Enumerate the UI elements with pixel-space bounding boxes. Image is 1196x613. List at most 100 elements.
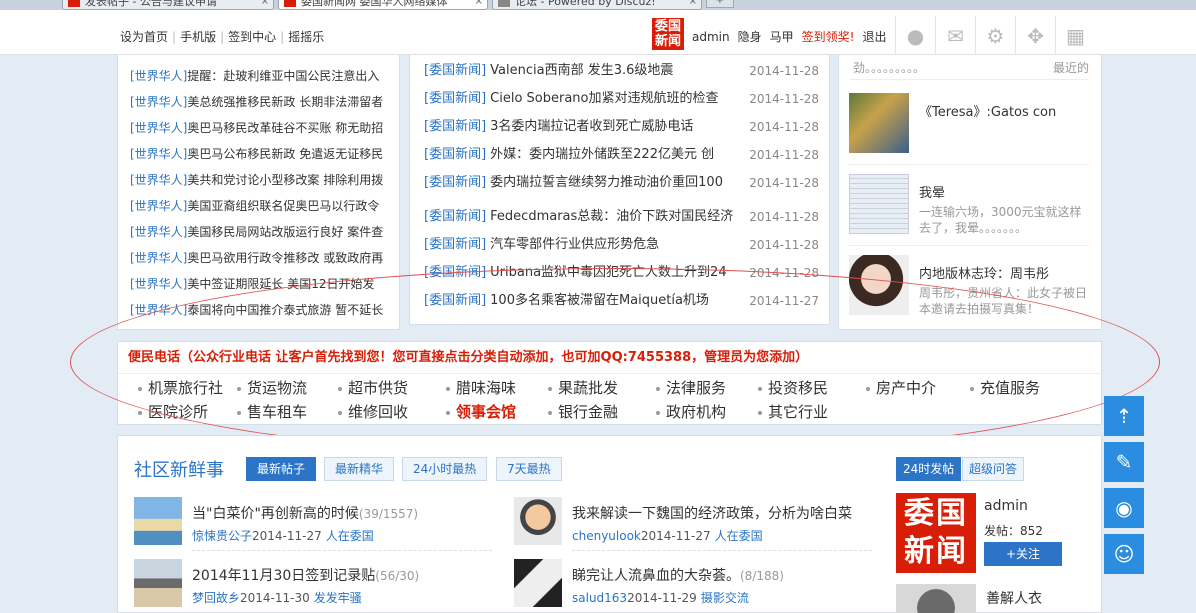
tab-super-qa[interactable]: 超级问答 bbox=[962, 457, 1025, 481]
service-category-highlight[interactable]: 领事会馆 bbox=[446, 401, 516, 422]
post-item[interactable]: 睇完让人流鼻血的大杂荟。(8/188) salud1632014-11-29 摄影… bbox=[514, 559, 874, 613]
snippet-text[interactable]: 劲。。。。。。。。。 最近的 bbox=[853, 59, 1089, 76]
service-header[interactable]: 便民电话（公众行业电话 让客户首先找到您！您可直接点击分类自动添加，也可加QQ:… bbox=[118, 342, 1101, 374]
post-item[interactable]: 2014年11月30日签到记录贴(56/30) 梦回故乡2014-11-30 发发… bbox=[134, 559, 494, 613]
post-thumbnail[interactable] bbox=[514, 559, 562, 607]
browser-tab[interactable]: 发表帖子 - 公告与建议申请 × bbox=[62, 0, 274, 10]
service-category[interactable]: 银行金融 bbox=[548, 401, 618, 422]
service-category[interactable]: 腊味海味 bbox=[446, 377, 516, 398]
post-title[interactable]: 2014年11月30日签到记录贴 bbox=[192, 568, 375, 584]
post-thumbnail[interactable] bbox=[134, 559, 182, 607]
list-item[interactable]: [委国新闻] Cielo Soberano加紧对违规航班的检查 2014-11-28 bbox=[424, 85, 829, 113]
set-homepage-link[interactable]: 设为首页 bbox=[120, 30, 168, 44]
signin-center-link[interactable]: 签到中心 bbox=[228, 30, 276, 44]
qq-icon[interactable]: ◉ bbox=[1104, 488, 1144, 528]
user-avatar-logo[interactable]: 委国新闻 bbox=[896, 493, 976, 573]
service-category[interactable]: 货运物流 bbox=[237, 377, 307, 398]
list-item[interactable]: [世界华人]美国亚裔组织联名促奥巴马以行政令 bbox=[130, 193, 399, 219]
service-category[interactable]: 政府机构 bbox=[656, 401, 726, 422]
browser-tab-active[interactable]: 委国新闻网 委国华人网络媒体 × bbox=[278, 0, 488, 10]
avatar-icon[interactable]: ● bbox=[895, 16, 935, 56]
close-icon[interactable]: × bbox=[689, 0, 697, 9]
move-icon[interactable]: ✥ bbox=[1015, 16, 1055, 56]
list-item[interactable]: [委国新闻] Fedecdmaras总裁：油价下跌对国民经济 2014-11-28 bbox=[424, 203, 829, 231]
service-category[interactable]: 维修回收 bbox=[338, 401, 408, 422]
post-title[interactable]: 善解人衣 bbox=[986, 588, 1042, 608]
list-item[interactable]: [委国新闻] 外媒：委内瑞拉外储跌至222亿美元 创 2014-11-28 bbox=[424, 141, 829, 169]
mail-icon[interactable]: ✉ bbox=[935, 16, 975, 56]
list-item[interactable]: [委国新闻] 100多名乘客被滞留在Maiquetía机场 2014-11-27 bbox=[424, 287, 829, 315]
featured-item[interactable]: 《Teresa》:Gatos con bbox=[849, 93, 1089, 153]
close-icon[interactable]: × bbox=[475, 0, 483, 9]
post-thumbnail[interactable] bbox=[134, 497, 182, 545]
post-forum[interactable]: 人在委国 bbox=[326, 529, 374, 543]
user-post-item[interactable]: 善解人衣 bbox=[896, 584, 1076, 613]
list-item[interactable]: [世界华人]美总统强推移民新政 长期非法滞留者 bbox=[130, 89, 399, 115]
tab-24h-hot[interactable]: 24小时最热 bbox=[402, 457, 488, 481]
list-item[interactable]: [世界华人]美中签证期限延长 美国12日开始发 bbox=[130, 271, 399, 297]
tab-24h-posts[interactable]: 24时发帖 bbox=[896, 457, 962, 481]
post-forum[interactable]: 人在委国 bbox=[715, 529, 763, 543]
post-author[interactable]: 梦回故乡 bbox=[192, 591, 240, 605]
user-name[interactable]: admin bbox=[984, 498, 1028, 514]
list-item[interactable]: [世界华人]美共和党讨论小型移改案 排除利用拨 bbox=[130, 167, 399, 193]
list-item[interactable]: [世界华人]美国移民局网站改版运行良好 案件查 bbox=[130, 219, 399, 245]
post-author[interactable]: salud163 bbox=[572, 591, 627, 605]
post-author[interactable]: chenyulook bbox=[572, 529, 641, 543]
service-category[interactable]: 超市供货 bbox=[338, 377, 408, 398]
logout-link[interactable]: 退出 bbox=[862, 30, 886, 44]
service-category[interactable]: 机票旅行社 bbox=[138, 377, 223, 398]
new-tab-button[interactable]: + bbox=[706, 0, 734, 8]
list-item[interactable]: [委国新闻] Valencia西南部 发生3.6级地震 2014-11-28 bbox=[424, 57, 829, 85]
user-icon[interactable]: ☺ bbox=[1104, 534, 1144, 574]
grid-icon[interactable]: ▦ bbox=[1055, 16, 1095, 56]
list-item[interactable]: [委国新闻] 汽车零部件行业供应形势危急 2014-11-28 bbox=[424, 231, 829, 259]
post-forum[interactable]: 发发牢骚 bbox=[314, 591, 362, 605]
list-item[interactable]: [世界华人]奥巴马公布移民新政 免遣返无证移民 bbox=[130, 141, 399, 167]
mobile-version-link[interactable]: 手机版 bbox=[180, 30, 216, 44]
edit-icon[interactable]: ✎ bbox=[1104, 442, 1144, 482]
post-thumbnail[interactable] bbox=[514, 497, 562, 545]
post-title[interactable]: 当"白菜价"再创新高的时候 bbox=[192, 506, 359, 522]
browser-tab[interactable]: 论坛 - Powered by Discuz! × bbox=[492, 0, 702, 10]
featured-title[interactable]: 《Teresa》:Gatos con bbox=[919, 101, 1056, 120]
list-item[interactable]: [世界华人]奥巴马移民改革硅谷不买账 称无助招 bbox=[130, 115, 399, 141]
service-category[interactable]: 果蔬批发 bbox=[548, 377, 618, 398]
service-category[interactable]: 其它行业 bbox=[758, 401, 828, 422]
service-category[interactable]: 充值服务 bbox=[970, 377, 1040, 398]
featured-item[interactable]: 内地版林志玲：周韦彤 周韦彤，贵州省人：此女子被日本邀请去拍摄写真集！ bbox=[849, 255, 1089, 316]
featured-title[interactable]: 我晕 bbox=[919, 182, 945, 201]
signin-reward-link[interactable]: 签到领奖! bbox=[802, 30, 855, 44]
close-icon[interactable]: × bbox=[261, 0, 269, 9]
list-item[interactable]: [委国新闻] 3名委内瑞拉记者收到死亡威胁电话 2014-11-28 bbox=[424, 113, 829, 141]
service-category[interactable]: 法律服务 bbox=[656, 377, 726, 398]
gear-icon[interactable]: ⚙ bbox=[975, 16, 1015, 56]
post-thumbnail[interactable] bbox=[849, 174, 909, 234]
service-category[interactable]: 医院诊所 bbox=[138, 401, 208, 422]
tab-7day-hot[interactable]: 7天最热 bbox=[496, 457, 562, 481]
post-item[interactable]: 当"白菜价"再创新高的时候(39/1557) 惊悚贵公子2014-11-27 人在… bbox=[134, 497, 494, 553]
service-category[interactable]: 投资移民 bbox=[758, 377, 828, 398]
username-link[interactable]: admin bbox=[692, 30, 730, 44]
service-category[interactable]: 房产中介 bbox=[866, 377, 936, 398]
list-item[interactable]: [委国新闻] Uribana监狱中毒囚犯死亡人数上升到24 2014-11-28 bbox=[424, 259, 829, 287]
shake-link[interactable]: 摇摇乐 bbox=[288, 30, 324, 44]
arrow-up-icon[interactable]: ⇡ bbox=[1104, 396, 1144, 436]
list-item[interactable]: [世界华人]泰国将向中国推介泰式旅游 暂不延长 bbox=[130, 297, 399, 323]
featured-title[interactable]: 内地版林志玲：周韦彤 bbox=[919, 263, 1049, 282]
tab-latest-digest[interactable]: 最新精华 bbox=[324, 457, 395, 481]
service-category[interactable]: 售车租车 bbox=[237, 401, 307, 422]
list-item[interactable]: [世界华人]提醒：赴玻利维亚中国公民注意出入 bbox=[130, 63, 399, 89]
list-item[interactable]: [委国新闻] 委内瑞拉誓言继续努力推动油价重回100 2014-11-28 bbox=[424, 169, 829, 197]
post-item[interactable]: 我来解读一下魏国的经济政策，分析为啥白菜 chenyulook2014-11-2… bbox=[514, 497, 874, 553]
list-item[interactable]: [世界华人]奥巴马欲用行政令推移改 或致政府再 bbox=[130, 245, 399, 271]
featured-item[interactable]: 我晕 一连输六场，3000元宝就这样去了，我晕。。。。。。。 bbox=[849, 174, 1089, 235]
post-author[interactable]: 惊悚贵公子 bbox=[192, 529, 252, 543]
post-title[interactable]: 我来解读一下魏国的经济政策，分析为啥白菜 bbox=[572, 506, 852, 522]
post-thumbnail[interactable] bbox=[849, 93, 909, 153]
post-thumbnail[interactable] bbox=[849, 255, 909, 315]
invisible-link[interactable]: 隐身 bbox=[738, 30, 762, 44]
post-title[interactable]: 睇完让人流鼻血的大杂荟。 bbox=[572, 568, 740, 584]
site-logo[interactable]: 委国新闻 bbox=[652, 18, 684, 50]
post-forum[interactable]: 摄影交流 bbox=[701, 591, 749, 605]
